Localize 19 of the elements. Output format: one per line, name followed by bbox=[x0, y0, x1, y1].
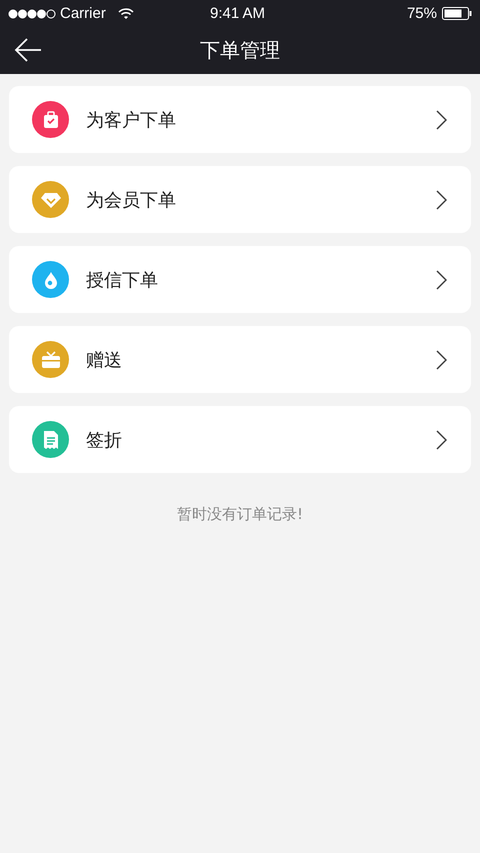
menu-item[interactable]: 为客户下单 bbox=[9, 86, 471, 153]
page-title: 下单管理 bbox=[200, 37, 280, 64]
empty-message: 暂时没有订单记录! bbox=[176, 505, 303, 523]
chevron-icon bbox=[436, 430, 447, 450]
signal-icon bbox=[8, 8, 56, 18]
back-button[interactable] bbox=[14, 37, 42, 63]
chevron-icon bbox=[436, 350, 447, 370]
battery-icon bbox=[442, 7, 472, 20]
menu-item[interactable]: 赠送 bbox=[9, 326, 471, 393]
menu-item[interactable]: 签折 bbox=[9, 406, 471, 473]
chevron-icon bbox=[436, 190, 447, 210]
clock-time: 9:41 AM bbox=[210, 5, 266, 22]
menu-item[interactable]: 为会员下单 bbox=[9, 166, 471, 233]
chevron-icon bbox=[436, 110, 447, 130]
battery-percent: 75% bbox=[406, 5, 437, 22]
menu-item[interactable]: 授信下单 bbox=[9, 246, 471, 313]
wifi-icon bbox=[118, 8, 134, 20]
chevron-icon bbox=[436, 270, 447, 290]
carrier-name: Carrier bbox=[60, 5, 106, 22]
